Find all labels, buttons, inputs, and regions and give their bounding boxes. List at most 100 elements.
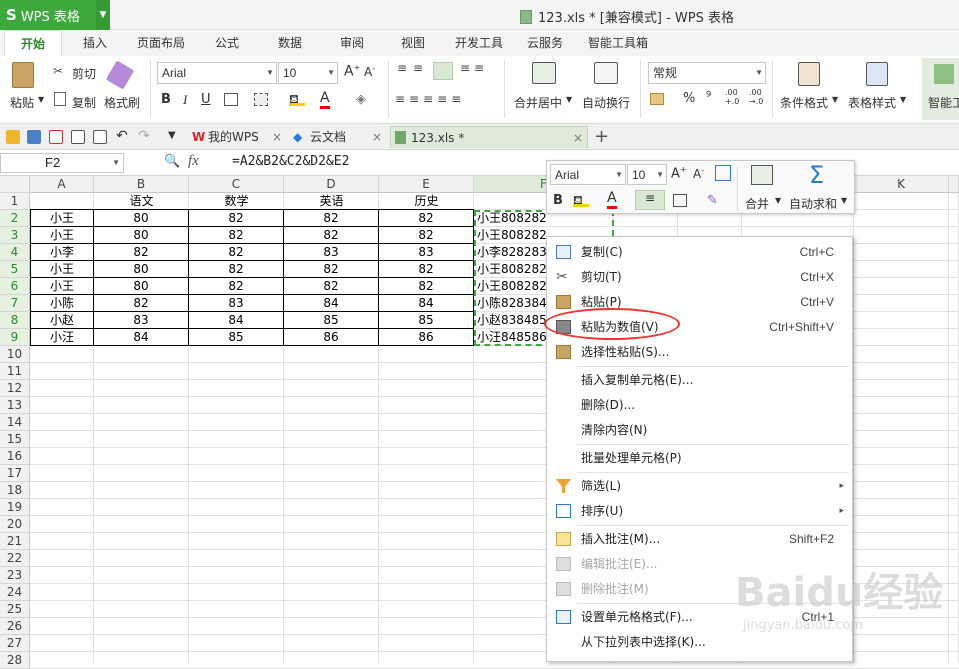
fx-insert-function-button[interactable]: fx [188,153,199,170]
decrease-decimal-button[interactable]: .00 →.0 [749,88,763,106]
tab-insert[interactable]: 插入 [70,30,120,56]
mini-autosum-button[interactable]: 自动求和 [789,195,837,212]
table-cell[interactable]: 83 [189,295,284,312]
tab-smart-tools[interactable]: 智能工具箱 [582,30,654,56]
table-cell[interactable]: 小汪 [30,329,94,346]
tab-view[interactable]: 视图 [388,30,438,56]
close-icon[interactable]: × [372,126,382,148]
chevron-down-icon[interactable]: ▼ [96,0,110,30]
formula-input[interactable]: =A2&B2&C2&D2&E2 [232,154,349,169]
row-header[interactable]: 9 [0,329,30,346]
fill-pattern-icon[interactable] [254,93,268,106]
tab-page-layout[interactable]: 页面布局 [130,30,192,56]
smart-tool-panel[interactable]: 智能工 [922,58,959,120]
table-cell[interactable]: 83 [94,312,189,329]
row-header[interactable]: 11 [0,363,30,380]
fill-color-icon[interactable]: ⛾ [289,92,305,106]
table-cell[interactable]: 小王 [30,261,94,278]
print-preview-icon[interactable] [93,130,107,144]
row-header[interactable]: 2 [0,210,30,227]
table-cell[interactable]: 82 [379,261,474,278]
percent-button[interactable]: % [683,91,695,106]
tab-formulas[interactable]: 公式 [202,30,252,56]
mini-merge-button[interactable]: 合并 [745,195,769,212]
header-cell[interactable]: 语文 [94,193,189,210]
select-all-corner[interactable] [0,176,30,193]
mini-bold-button[interactable]: B [553,193,563,208]
format-painter-icon[interactable]: ✎ [707,193,718,208]
table-cell[interactable]: 小王 [30,278,94,295]
row-header[interactable]: 16 [0,448,30,465]
table-cell[interactable]: 80 [94,278,189,295]
table-cell[interactable]: 82 [94,244,189,261]
font-shrink-icon[interactable]: A- [364,64,375,79]
font-name-select[interactable]: Arial ▼ [157,62,277,84]
row-header[interactable]: 25 [0,601,30,618]
table-cell[interactable]: 82 [189,278,284,295]
tab-review[interactable]: 审阅 [327,30,377,56]
table-cell[interactable]: 83 [284,244,379,261]
context-menu-item[interactable]: 筛选(L) ▸ [547,474,852,498]
table-cell[interactable]: 83 [379,244,474,261]
row-header[interactable]: 15 [0,431,30,448]
row-header[interactable]: 22 [0,550,30,567]
chevron-down-icon[interactable]: ▼ [566,95,572,104]
row-header[interactable]: 27 [0,635,30,652]
header-cell[interactable]: 英语 [284,193,379,210]
vertical-align-icons[interactable]: ≡≡ [397,61,429,75]
row-header[interactable]: 10 [0,346,30,363]
paste-icon[interactable] [12,62,34,88]
doc-tab-my-wps[interactable]: W 我的WPS × [188,126,286,148]
fill-color-icon[interactable]: ⛾ [573,193,589,207]
zoom-formula-icon[interactable]: 🔍 [164,154,180,169]
print-icon[interactable] [71,130,85,144]
clear-format-icon[interactable]: ◈ [356,92,366,107]
align-middle-icon[interactable] [433,62,453,80]
row-header[interactable]: 19 [0,499,30,516]
col-header-k[interactable]: K [854,176,949,193]
table-cell[interactable]: 86 [379,329,474,346]
table-cell[interactable]: 82 [189,261,284,278]
row-header[interactable]: 24 [0,584,30,601]
horizontal-align-icons[interactable]: ≡≡≡≡≡ [395,92,465,106]
row-header[interactable]: 12 [0,380,30,397]
table-cell[interactable]: 82 [189,210,284,227]
context-menu-item[interactable]: 排序(U) ▸ [547,499,852,523]
col-header-b[interactable]: B [94,176,189,193]
table-cell[interactable]: 82 [284,261,379,278]
doc-tab-123-xls[interactable]: 123.xls * × [390,126,588,148]
col-header-l[interactable] [949,176,959,193]
header-cell[interactable] [30,193,94,210]
border-icon[interactable] [673,194,687,207]
border-icon[interactable] [224,93,238,106]
table-cell[interactable]: 80 [94,227,189,244]
row-header[interactable]: 3 [0,227,30,244]
table-cell[interactable]: 小王 [30,210,94,227]
row-header[interactable]: 28 [0,652,30,669]
context-menu-item[interactable]: ✂ 剪切(T) Ctrl+X [547,265,852,289]
paste-button[interactable]: 粘贴 [10,94,34,111]
table-cell[interactable]: 84 [284,295,379,312]
table-cell[interactable]: 85 [379,312,474,329]
font-color-icon[interactable]: A [607,190,617,209]
chevron-down-icon[interactable]: ▼ [38,95,44,104]
table-cell[interactable]: 84 [94,329,189,346]
chevron-down-icon[interactable]: ▼ [775,196,781,205]
row-header[interactable]: 26 [0,618,30,635]
tab-home[interactable]: 开始 [4,30,62,56]
name-box[interactable]: F2 ▼ [0,153,124,173]
row-header[interactable]: 18 [0,482,30,499]
context-menu-item[interactable]: 清除内容(N) [547,418,852,442]
context-menu-item[interactable]: 选择性粘贴(S)... [547,340,852,364]
tab-data[interactable]: 数据 [265,30,315,56]
mini-font-size-select[interactable]: 10 ▼ [627,164,667,185]
context-menu-item[interactable]: 批量处理单元格(P) [547,446,852,470]
doc-tab-cloud-docs[interactable]: ◆ 云文档 × [290,126,386,148]
table-cell[interactable]: 82 [189,244,284,261]
row-header[interactable]: 8 [0,312,30,329]
row-header[interactable]: 5 [0,261,30,278]
merge-center-button[interactable]: 合并居中 [514,94,562,111]
undo-icon[interactable]: ↶ [116,128,128,144]
table-cell[interactable]: 82 [379,278,474,295]
save-icon[interactable] [27,130,41,144]
